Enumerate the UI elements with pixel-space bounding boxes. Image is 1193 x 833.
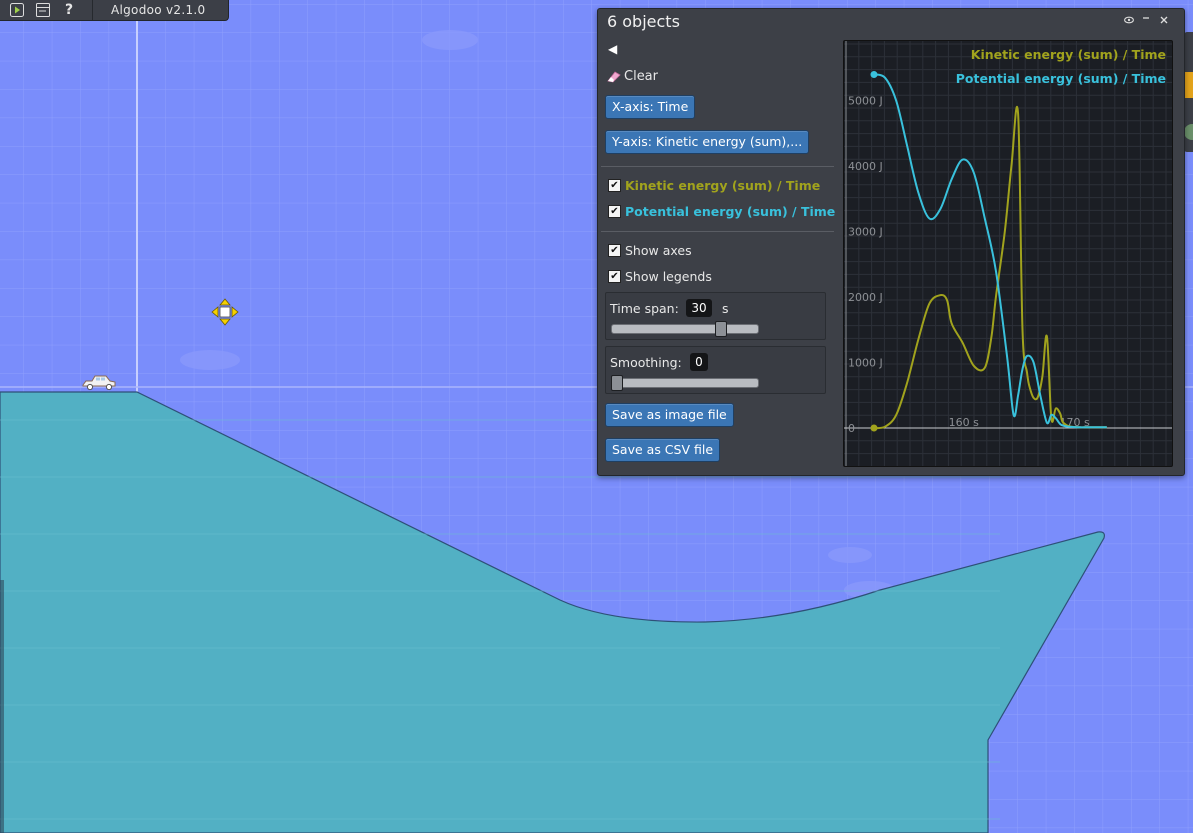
series-start-point <box>870 424 878 432</box>
app-version: Algodoo v2.1.0 <box>111 3 206 17</box>
top-toolbar: ? Algodoo v2.1.0 <box>0 0 229 21</box>
time-span-label: Time span: <box>610 301 679 316</box>
checkbox[interactable]: ✔ <box>608 244 621 257</box>
time-span-input[interactable]: 30 <box>686 299 712 317</box>
smoothing-slider-thumb[interactable] <box>611 375 623 391</box>
kinetic-energy-label: Kinetic energy (sum) / Time <box>625 178 821 193</box>
y-tick-label: 2000 J <box>848 291 883 304</box>
y-tick-label: 4000 J <box>848 160 883 173</box>
time-span-unit: s <box>722 301 729 316</box>
potential-energy-label: Potential energy (sum) / Time <box>625 204 836 219</box>
play-icon[interactable] <box>8 2 26 18</box>
y-tick-label: 3000 J <box>848 226 883 239</box>
time-span-slider-thumb[interactable] <box>715 321 728 337</box>
y-tick-label: 1000 J <box>848 357 883 370</box>
close-icon[interactable] <box>1157 14 1171 28</box>
checkbox[interactable]: ✔ <box>608 205 621 218</box>
x-tick-label: 160 s <box>949 416 979 429</box>
show-axes-label: Show axes <box>625 243 692 258</box>
plot-svg: 01000 J2000 J3000 J4000 J5000 J160 s 170 … <box>844 41 1172 466</box>
plot-window: 6 objects ◀ Clear X-axis: Time Y-axis: K… <box>597 8 1185 476</box>
clear-button[interactable]: Clear <box>607 69 658 84</box>
toolbar-divider <box>92 0 93 20</box>
series-start-point <box>870 71 878 79</box>
y-tick-label: 5000 J <box>848 95 883 108</box>
potential-energy-toggle[interactable]: ✔ Potential energy (sum) / Time <box>608 204 835 219</box>
checkbox[interactable]: ✔ <box>608 270 621 283</box>
legend-entry: Potential energy (sum) / Time <box>956 71 1166 86</box>
minimize-icon[interactable] <box>1139 14 1153 28</box>
smoothing-input[interactable]: 0 <box>690 353 708 371</box>
back-arrow-icon[interactable]: ◀ <box>608 42 617 56</box>
kinetic-energy-toggle[interactable]: ✔ Kinetic energy (sum) / Time <box>608 178 820 193</box>
energy-plot[interactable]: 0 1000 J 2000 J 3000 J 4000 J 5000 J 160 s 170 … <box>843 40 1173 467</box>
smoothing-label: Smoothing: <box>610 355 682 370</box>
show-legends-toggle[interactable]: ✔ Show legends <box>608 269 712 284</box>
checkbox[interactable]: ✔ <box>608 179 621 192</box>
smoothing-slider[interactable] <box>611 378 759 388</box>
window-icon[interactable] <box>34 2 52 18</box>
time-span-group: Time span: 30 s <box>605 292 826 340</box>
right-edge-toolbar <box>1184 32 1193 152</box>
help-icon[interactable]: ? <box>60 2 78 18</box>
divider <box>601 166 834 167</box>
save-csv-button[interactable]: Save as CSV file <box>605 438 721 462</box>
legend-entry: Kinetic energy (sum) / Time <box>971 47 1166 62</box>
y-tick-label: 0 <box>848 422 855 435</box>
window-title[interactable]: 6 objects <box>607 12 680 31</box>
yaxis-button[interactable]: Y-axis: Kinetic energy (sum),... <box>605 130 810 154</box>
time-span-slider[interactable] <box>611 324 759 334</box>
save-image-button[interactable]: Save as image file <box>605 403 734 427</box>
divider <box>601 231 834 232</box>
eye-icon[interactable] <box>1122 14 1136 28</box>
show-legends-label: Show legends <box>625 269 712 284</box>
eraser-icon <box>607 70 621 82</box>
xaxis-button[interactable]: X-axis: Time <box>605 95 696 119</box>
smoothing-group: Smoothing: 0 <box>605 346 826 394</box>
clear-label: Clear <box>624 69 658 84</box>
show-axes-toggle[interactable]: ✔ Show axes <box>608 243 692 258</box>
